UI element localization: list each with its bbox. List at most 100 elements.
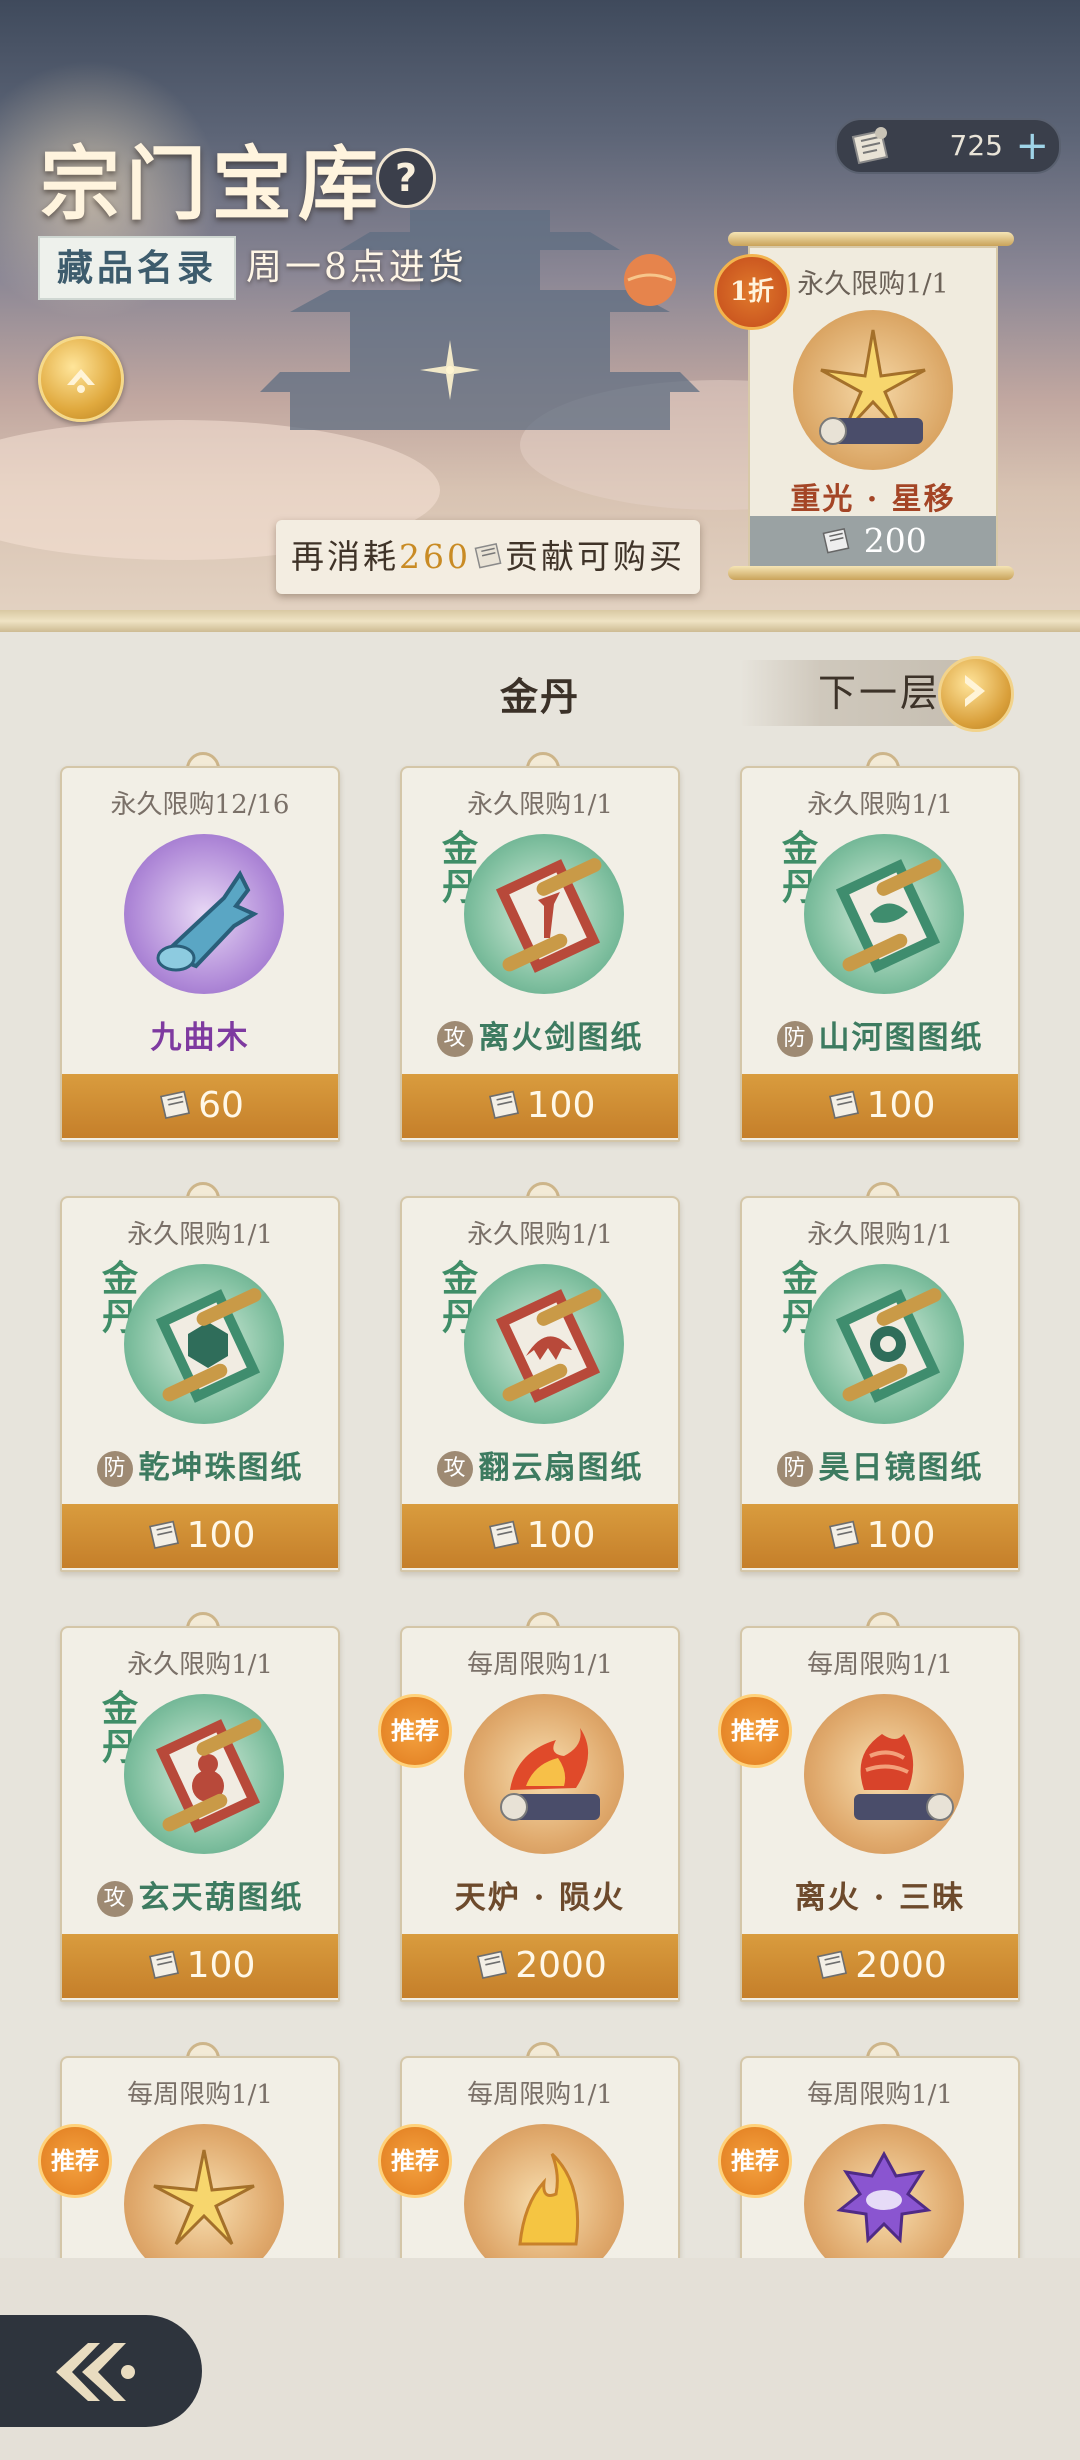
discount-badge: 1折 xyxy=(714,254,790,330)
item-disc xyxy=(464,2124,624,2258)
help-button[interactable]: ? xyxy=(376,148,436,208)
buy-price-button[interactable]: 60 xyxy=(62,1074,338,1138)
page-title: 宗门宝库 xyxy=(40,137,384,231)
shop-item-card[interactable]: 永久限购1/1 金丹 防山河图图纸 100 xyxy=(740,752,1020,1142)
currency-amount: 725 xyxy=(949,129,1003,162)
shop-item-card[interactable]: 每周限购1/1 推荐 xyxy=(378,2042,680,2258)
item-disc xyxy=(804,1694,964,1854)
contribution-token-icon xyxy=(822,528,850,554)
featured-name: 重光 · 星移 xyxy=(790,482,956,517)
item-price: 100 xyxy=(186,1515,256,1556)
recommend-badge: 推荐 xyxy=(38,2124,112,2198)
item-limit: 每周限购1/1 xyxy=(807,2080,953,2110)
item-name: 防山河图图纸 xyxy=(742,1012,1018,1057)
back-button[interactable] xyxy=(0,2315,202,2427)
item-disc xyxy=(124,2124,284,2258)
buy-price-button[interactable]: 100 xyxy=(742,1504,1018,1568)
featured-item-disc xyxy=(793,310,953,470)
sect-rank-button[interactable] xyxy=(38,336,124,422)
shop-item-card[interactable]: 每周限购1/1 推荐 xyxy=(38,2042,340,2258)
realm-label: 金丹 xyxy=(499,674,580,719)
buy-price-button[interactable]: 100 xyxy=(402,1074,678,1138)
catalog-button[interactable]: 藏品名录 xyxy=(38,236,236,300)
shop-item-card[interactable]: 每周限购1/1 推荐 xyxy=(718,2042,1020,2258)
item-name: 攻离火剑图纸 xyxy=(402,1012,678,1057)
spirit-cauldron-icon xyxy=(836,2150,932,2244)
item-name: 防乾坤珠图纸 xyxy=(62,1442,338,1487)
attack-tag: 攻 xyxy=(436,1021,473,1057)
wood-icon xyxy=(156,870,259,972)
star-scroll-icon xyxy=(819,329,926,445)
shop-item-card[interactable]: 永久限购1/1 金丹 防乾坤珠图纸 100 xyxy=(60,1182,340,1572)
blueprint-scroll-icon xyxy=(155,1718,262,1833)
item-grid: 永久限购12/16 九曲木 60 永久限购1/1 金丹 攻 离火剑图纸 100 … xyxy=(0,740,1080,2258)
item-disc xyxy=(464,1264,624,1424)
buy-price-button[interactable]: 2000 xyxy=(402,1934,678,1998)
restock-info: 周一8点进货 xyxy=(246,247,467,288)
item-disc xyxy=(804,2124,964,2258)
buy-price-button[interactable]: 100 xyxy=(402,1504,678,1568)
buy-price-button[interactable]: 100 xyxy=(62,1934,338,1998)
purchase-condition: 再消耗260 贡献可购买 xyxy=(276,520,700,594)
blueprint-scroll-icon xyxy=(155,1288,262,1403)
item-limit: 永久限购12/16 xyxy=(110,790,290,820)
item-disc xyxy=(804,1264,964,1424)
item-name: 防昊日镜图纸 xyxy=(742,1442,1018,1487)
buy-price-button[interactable]: 100 xyxy=(62,1504,338,1568)
star-scroll-icon xyxy=(153,2149,255,2246)
item-limit: 永久限购1/1 xyxy=(467,1220,613,1250)
fire-scroll-icon xyxy=(500,1728,600,1821)
attack-tag: 攻 xyxy=(436,1451,473,1487)
add-currency-button[interactable]: + xyxy=(1015,120,1049,172)
recommend-badge: 推荐 xyxy=(718,1694,792,1768)
item-price: 100 xyxy=(866,1515,936,1556)
recommend-badge: 推荐 xyxy=(378,2124,452,2198)
next-floor-label: 下一层 xyxy=(818,671,942,715)
item-name: 离火 · 三昧 xyxy=(794,1880,966,1916)
shop-item-card[interactable]: 永久限购1/1 金丹 攻离火剑图纸 100 xyxy=(400,752,680,1142)
flame-icon xyxy=(518,2152,580,2246)
condition-prefix: 再消耗 xyxy=(291,537,399,576)
buy-price-button[interactable]: 2000 xyxy=(742,1934,1018,1998)
item-price: 100 xyxy=(526,1085,596,1126)
item-limit: 每周限购1/1 xyxy=(807,1650,953,1680)
shop-item-card[interactable]: 永久限购1/1 金丹 攻翻云扇图纸 100 xyxy=(400,1182,680,1572)
contribution-token-icon xyxy=(817,1950,848,1980)
item-disc xyxy=(804,834,964,994)
shop-item-card[interactable]: 永久限购1/1 金丹 攻玄天葫图纸 100 xyxy=(60,1612,340,2002)
item-name: 攻玄天葫图纸 xyxy=(62,1872,338,1917)
condition-suffix: 贡献可购买 xyxy=(505,537,685,576)
next-floor-button[interactable]: 下一层 xyxy=(740,656,1014,732)
featured-item-card[interactable]: 永久限购1/1 重光 · 星移 200 1折 xyxy=(714,232,1014,580)
item-limit: 每周限购1/1 xyxy=(127,2080,273,2110)
item-limit: 每周限购1/1 xyxy=(467,1650,613,1680)
shop-item-card[interactable]: 每周限购1/1 离火 · 三昧 2000 推荐 xyxy=(718,1612,1020,2002)
contribution-token-icon xyxy=(851,127,889,165)
item-price: 2000 xyxy=(855,1945,947,1986)
contribution-token-icon xyxy=(160,1090,191,1120)
shop-item-card[interactable]: 每周限购1/1 天炉 · 陨火 2000 推荐 xyxy=(378,1612,680,2002)
attack-tag: 攻 xyxy=(96,1881,133,1917)
item-name: 九曲木 xyxy=(150,1020,250,1056)
condition-amount: 260 xyxy=(399,537,471,576)
defense-tag: 防 xyxy=(96,1451,133,1487)
item-limit: 永久限购1/1 xyxy=(127,1650,273,1680)
defense-tag: 防 xyxy=(776,1021,813,1057)
contribution-token-icon xyxy=(488,1090,519,1120)
buy-price-button[interactable]: 100 xyxy=(742,1074,1018,1138)
item-price: 60 xyxy=(198,1085,244,1126)
contribution-token-icon xyxy=(148,1950,179,1980)
contribution-token-icon xyxy=(474,543,502,569)
back-arrow-icon xyxy=(56,2343,135,2401)
chevron-up-icon xyxy=(67,369,95,393)
blueprint-scroll-icon xyxy=(495,858,602,973)
contribution-token-icon xyxy=(828,1090,859,1120)
item-price: 100 xyxy=(866,1085,936,1126)
blueprint-scroll-icon xyxy=(495,1288,602,1403)
item-limit: 永久限购1/1 xyxy=(807,790,953,820)
contribution-token-icon xyxy=(148,1520,179,1550)
shop-item-card[interactable]: 永久限购12/16 九曲木 60 xyxy=(60,752,340,1142)
recommend-badge: 推荐 xyxy=(378,1694,452,1768)
shop-item-card[interactable]: 永久限购1/1 金丹 防昊日镜图纸 100 xyxy=(740,1182,1020,1572)
sun-icon xyxy=(624,254,676,306)
